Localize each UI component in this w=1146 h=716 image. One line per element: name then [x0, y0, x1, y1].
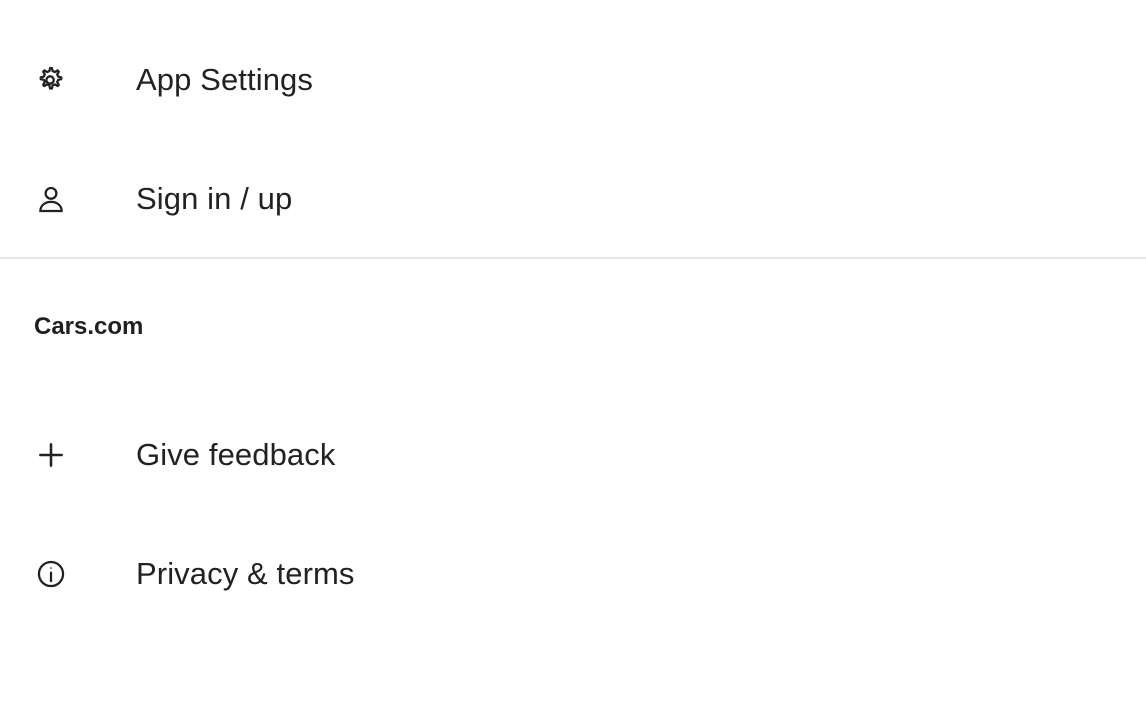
gear-icon [34, 63, 68, 97]
person-icon [34, 182, 68, 216]
app-settings-label: App Settings [136, 62, 313, 97]
info-icon [34, 557, 68, 591]
menu-item-app-settings[interactable]: App Settings [0, 30, 1146, 130]
sign-in-label: Sign in / up [136, 181, 293, 216]
plus-icon [34, 438, 68, 472]
menu-item-privacy-terms[interactable]: Privacy & terms [0, 524, 1146, 624]
section-divider [0, 257, 1146, 259]
privacy-terms-label: Privacy & terms [136, 556, 355, 591]
menu-item-give-feedback[interactable]: Give feedback [0, 405, 1146, 505]
menu-item-sign-in[interactable]: Sign in / up [0, 149, 1146, 249]
section-title: Cars.com [34, 313, 144, 340]
give-feedback-label: Give feedback [136, 437, 336, 472]
